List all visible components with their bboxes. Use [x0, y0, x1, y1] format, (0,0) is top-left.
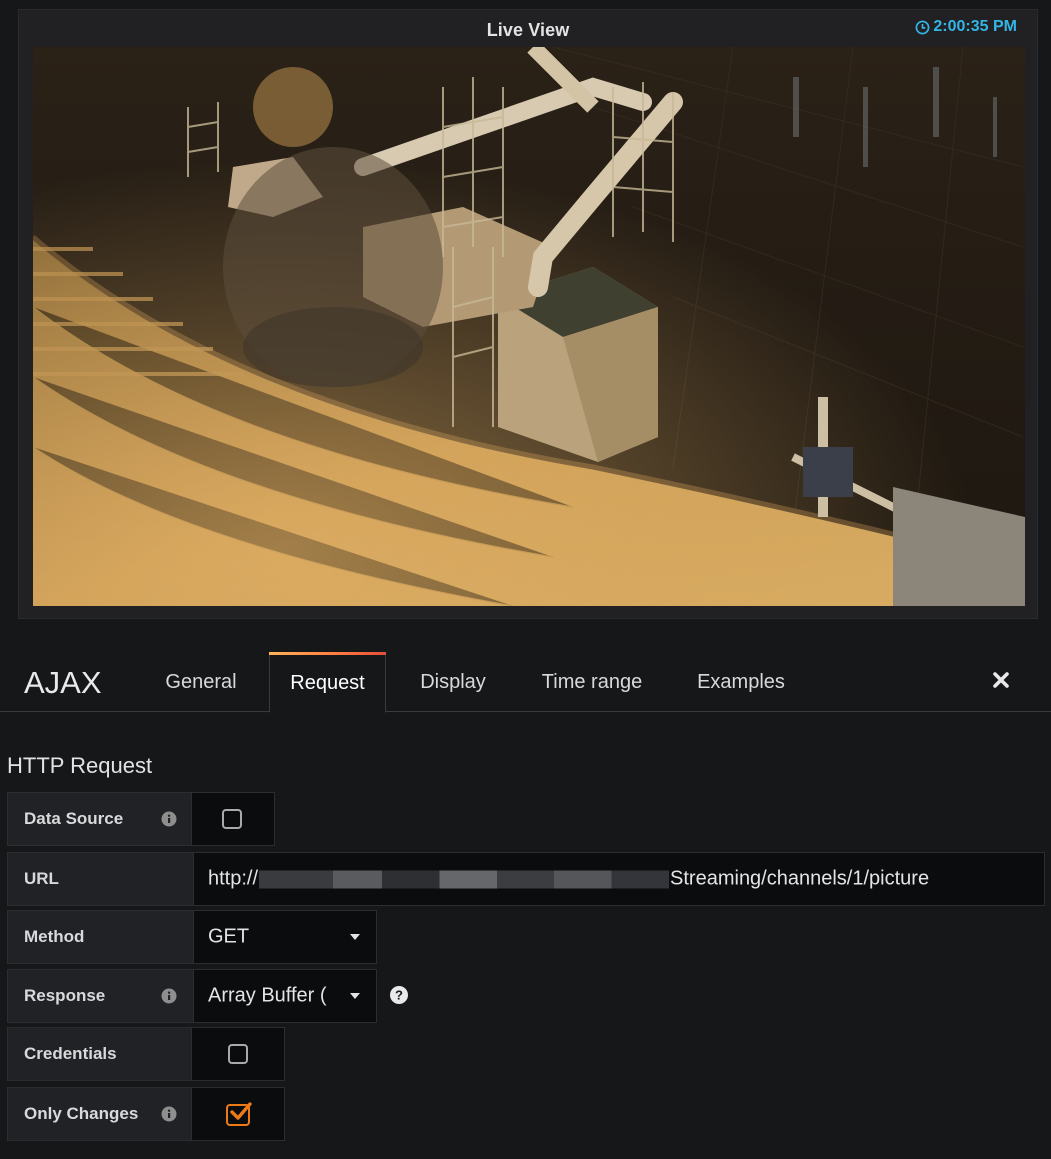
only-changes-field	[191, 1087, 285, 1141]
only-changes-row: Only Changes	[7, 1087, 285, 1141]
caret-down-icon	[350, 934, 360, 940]
url-input[interactable]: http:// Streaming/channels/1/picture	[193, 852, 1045, 906]
caret-down-icon	[350, 993, 360, 999]
time-text: 2:00:35 PM	[933, 18, 1017, 35]
close-icon[interactable]	[989, 666, 1013, 694]
tab-examples[interactable]: Examples	[682, 652, 800, 712]
tab-display[interactable]: Display	[404, 652, 502, 712]
data-source-checkbox[interactable]	[222, 809, 242, 829]
url-prefix: http://	[208, 867, 259, 890]
editor-tabs-bar: AJAX General Request Display Time range …	[0, 652, 1051, 713]
editor-title: AJAX	[24, 665, 102, 700]
data-source-label: Data Source	[7, 792, 192, 846]
info-icon[interactable]	[161, 1106, 177, 1122]
tab-request[interactable]: Request	[269, 652, 386, 713]
data-source-field	[191, 792, 275, 846]
method-select[interactable]: GET	[193, 910, 377, 964]
checkmark-icon	[230, 1102, 252, 1120]
url-value: http:// Streaming/channels/1/picture	[208, 868, 929, 891]
help-icon[interactable]: ?	[389, 985, 409, 1005]
data-source-row: Data Source	[7, 792, 275, 846]
tab-time-range[interactable]: Time range	[527, 652, 657, 712]
method-label: Method	[7, 910, 194, 964]
credentials-checkbox[interactable]	[228, 1044, 248, 1064]
method-value: GET	[208, 925, 250, 948]
tab-general[interactable]: General	[150, 652, 252, 712]
panel-time: 2:00:35 PM	[915, 18, 1017, 36]
credentials-field	[191, 1027, 285, 1081]
section-title: HTTP Request	[7, 753, 153, 778]
url-suffix: Streaming/channels/1/picture	[670, 867, 930, 890]
info-icon[interactable]	[161, 811, 177, 827]
svg-text:?: ?	[395, 988, 403, 1003]
credentials-row: Credentials	[7, 1027, 285, 1081]
response-label-text: Response	[24, 986, 106, 1005]
live-view-panel: Live View 2:00:35 PM	[18, 9, 1038, 619]
credentials-label: Credentials	[7, 1027, 192, 1081]
response-value: Array Buffer (	[208, 984, 327, 1007]
only-changes-label: Only Changes	[7, 1087, 192, 1141]
info-icon[interactable]	[161, 988, 177, 1004]
data-source-label-text: Data Source	[24, 809, 124, 828]
url-label: URL	[7, 852, 194, 906]
only-changes-label-text: Only Changes	[24, 1104, 139, 1123]
panel-title[interactable]: Live View	[19, 20, 1037, 41]
response-row: Response Array Buffer (	[7, 969, 377, 1023]
clock-icon	[915, 20, 930, 35]
response-label: Response	[7, 969, 194, 1023]
method-row: Method GET	[7, 910, 377, 964]
response-select[interactable]: Array Buffer (	[193, 969, 377, 1023]
only-changes-checkbox[interactable]	[226, 1102, 252, 1126]
url-row: URL http:// Streaming/channels/1/picture	[7, 852, 1045, 906]
camera-snapshot	[33, 47, 1025, 606]
redacted-host	[259, 870, 670, 889]
